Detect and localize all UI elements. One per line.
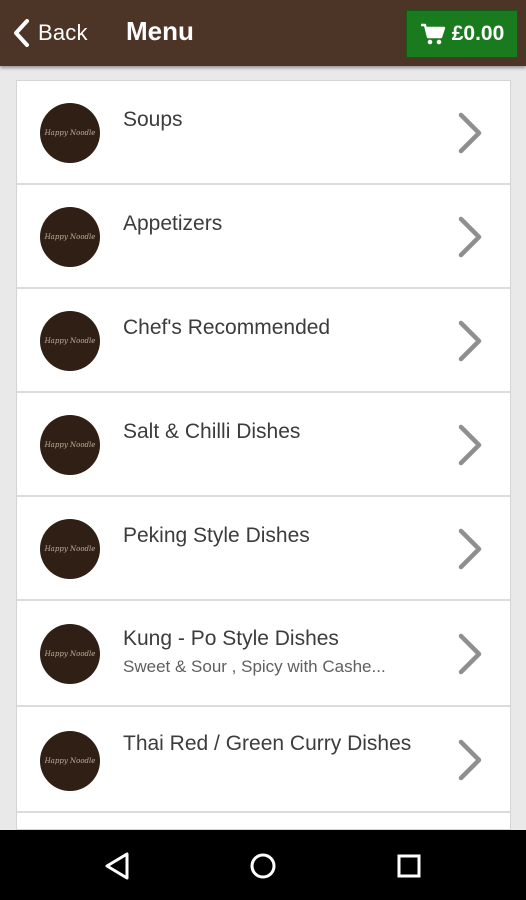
back-button[interactable]: Back	[12, 14, 88, 52]
logo-text: Happy Noodle	[44, 233, 96, 241]
logo-text: Happy Noodle	[44, 650, 96, 658]
chevron-right-icon	[458, 633, 482, 675]
category-row-chefs-recommended[interactable]: Happy Noodle Chef's Recommended	[17, 289, 510, 393]
restaurant-logo: Happy Noodle	[40, 311, 100, 371]
category-description: Sweet & Sour , Spicy with Cashe...	[123, 657, 386, 676]
restaurant-logo: Happy Noodle	[40, 415, 100, 475]
app-bar: Back Menu £0.00	[0, 0, 526, 66]
page-title: Menu	[126, 16, 194, 46]
logo-text: Happy Noodle	[44, 441, 96, 449]
shopping-cart-icon	[420, 23, 445, 45]
logo-text: Happy Noodle	[44, 337, 96, 345]
restaurant-logo: Happy Noodle	[40, 624, 100, 684]
category-row-thai-curry[interactable]: Happy Noodle Thai Red / Green Curry Dish…	[17, 707, 510, 813]
chevron-right-icon	[458, 424, 482, 466]
category-row-peking-style[interactable]: Happy Noodle Peking Style Dishes	[17, 497, 510, 601]
chevron-right-icon	[458, 216, 482, 258]
restaurant-logo: Happy Noodle	[40, 207, 100, 267]
category-name: Kung - Po Style Dishes	[123, 627, 339, 650]
chevron-right-icon	[458, 112, 482, 154]
logo-text: Happy Noodle	[44, 757, 96, 765]
category-name: Appetizers	[123, 212, 223, 235]
category-name: Chef's Recommended	[123, 316, 331, 339]
restaurant-logo: Happy Noodle	[40, 731, 100, 791]
restaurant-logo: Happy Noodle	[40, 103, 100, 163]
chevron-right-icon	[458, 528, 482, 570]
restaurant-logo: Happy Noodle	[40, 519, 100, 579]
logo-text: Happy Noodle	[44, 129, 96, 137]
cart-button[interactable]: £0.00	[406, 10, 518, 58]
back-label: Back	[38, 20, 88, 45]
chevron-right-icon	[458, 320, 482, 362]
category-row-soups[interactable]: Happy Noodle Soups	[17, 81, 510, 185]
category-name: Thai Red / Green Curry Dishes	[123, 732, 412, 755]
cart-total: £0.00	[451, 22, 505, 45]
category-name: Soups	[123, 108, 183, 131]
category-name: Peking Style Dishes	[123, 524, 310, 547]
category-row-salt-chilli[interactable]: Happy Noodle Salt & Chilli Dishes	[17, 393, 510, 497]
recents-square-icon[interactable]	[389, 846, 429, 886]
category-row-kung-po[interactable]: Happy Noodle Kung - Po Style Dishes Swee…	[17, 601, 510, 707]
chevron-left-icon	[14, 19, 29, 47]
chevron-right-icon	[458, 739, 482, 781]
home-circle-icon[interactable]	[243, 846, 283, 886]
logo-text: Happy Noodle	[44, 545, 96, 553]
system-navigation-bar	[0, 830, 526, 900]
category-list: Happy Noodle Soups Happy Noodle Appetize…	[16, 80, 511, 830]
category-row-appetizers[interactable]: Happy Noodle Appetizers	[17, 185, 510, 289]
back-triangle-icon[interactable]	[98, 846, 138, 886]
category-name: Salt & Chilli Dishes	[123, 420, 301, 443]
